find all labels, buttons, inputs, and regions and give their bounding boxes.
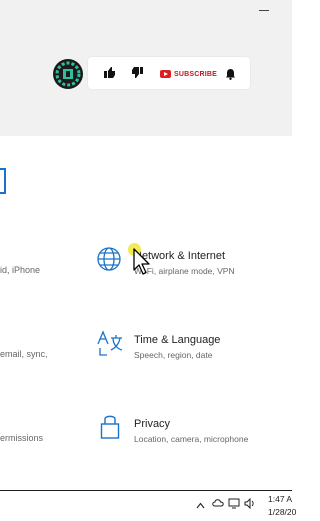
network-monitor-icon[interactable] bbox=[228, 498, 240, 511]
partial-subtitle-1: id, iPhone bbox=[0, 265, 41, 275]
subscribe-label: SUBSCRIBE bbox=[174, 70, 218, 78]
globe-icon bbox=[96, 246, 122, 277]
lock-icon bbox=[100, 413, 120, 445]
language-icon bbox=[96, 330, 124, 363]
channel-avatar[interactable] bbox=[53, 59, 83, 89]
taskbar-time[interactable]: 1:47 A bbox=[268, 494, 292, 504]
mouse-cursor-icon bbox=[133, 248, 151, 281]
tile-title: Time & Language bbox=[134, 334, 221, 346]
cloud-icon[interactable] bbox=[212, 498, 224, 510]
partial-tile-icon bbox=[0, 168, 6, 194]
dislike-icon[interactable] bbox=[131, 66, 144, 84]
partial-subtitle-2: email, sync, bbox=[0, 349, 48, 359]
tile-title: Privacy bbox=[134, 418, 171, 430]
taskbar-date[interactable]: 1/28/20 bbox=[268, 507, 296, 517]
tile-subtitle: Speech, region, date bbox=[134, 350, 213, 360]
tile-subtitle: Location, camera, microphone bbox=[134, 434, 249, 444]
youtube-logo-icon bbox=[160, 70, 171, 78]
bell-icon[interactable] bbox=[225, 67, 236, 85]
speaker-icon[interactable] bbox=[244, 497, 256, 511]
minimize-icon[interactable] bbox=[259, 10, 269, 11]
partial-subtitle-3: ermissions bbox=[0, 433, 44, 443]
like-icon[interactable] bbox=[103, 66, 116, 84]
subscribe-button[interactable]: SUBSCRIBE bbox=[160, 68, 217, 80]
chevron-up-icon[interactable] bbox=[196, 501, 205, 511]
